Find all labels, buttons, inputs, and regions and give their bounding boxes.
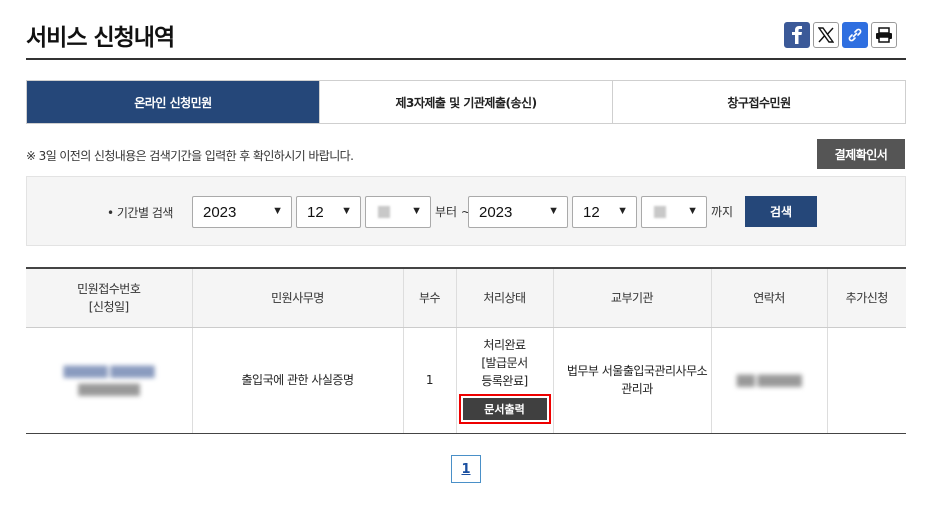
table-header-row: 민원접수번호 [신청일] 민원사무명 부수 처리상태 교부기관 연락처 추가신청: [26, 267, 906, 328]
x-icon[interactable]: [813, 22, 839, 48]
table-row: ▇▇▇▇▇ ▇▇▇▇▇ ▇▇▇▇▇▇▇ 출입국에 관한 사실증명 1 처리완료 …: [26, 327, 906, 434]
chevron-down-icon: ▼: [617, 205, 628, 217]
from-year-value: 2023: [203, 203, 237, 221]
col-receipt-number-label: 민원접수번호: [77, 281, 141, 296]
from-year-select[interactable]: 2023 ▼: [192, 196, 292, 228]
search-period-label: • 기간별 검색: [107, 206, 173, 220]
chevron-down-icon: ▼: [272, 205, 283, 217]
status-cell: 처리완료 [발급문서 등록완료] 문서출력: [455, 327, 553, 434]
title-divider: [26, 58, 906, 60]
from-suffix-text: 부터 ~: [435, 205, 471, 219]
facebook-icon[interactable]: [784, 22, 810, 48]
print-icon[interactable]: [871, 22, 897, 48]
print-document-button[interactable]: 문서출력: [462, 398, 547, 420]
from-month-select[interactable]: 12 ▼: [296, 196, 361, 228]
to-month-value: 12: [583, 203, 600, 221]
page-title: 서비스 신청내역: [26, 25, 175, 51]
tab-bar: 온라인 신청민원 제3자제출 및 기관제출(송신) 창구접수민원: [26, 80, 906, 124]
receipt-number-cell: ▇▇▇▇▇ ▇▇▇▇▇ ▇▇▇▇▇▇▇: [26, 327, 192, 434]
search-period-notice: ※ 3일 이전의 신청내용은 검색기간을 입력한 후 확인하시기 바랍니다.: [26, 149, 354, 163]
share-bar: [784, 22, 897, 48]
service-name-cell: 출입국에 관한 사실증명: [191, 327, 403, 434]
to-year-select[interactable]: 2023 ▼: [468, 196, 568, 228]
to-year-value: 2023: [479, 203, 513, 221]
redacted-receipt-number: ▇▇▇▇▇ ▇▇▇▇▇: [63, 364, 155, 378]
print-button-highlight: 문서출력: [458, 394, 551, 424]
search-button[interactable]: 검색: [745, 196, 817, 227]
chevron-down-icon: ▼: [687, 205, 698, 217]
count-cell: 1: [402, 327, 456, 434]
chevron-down-icon: ▼: [341, 205, 352, 217]
chevron-down-icon: ▼: [411, 205, 422, 217]
application-table: 민원접수번호 [신청일] 민원사무명 부수 처리상태 교부기관 연락처 추가신청…: [26, 267, 906, 434]
col-application-date-label: [신청일]: [88, 299, 129, 314]
status-line: 처리완료: [483, 338, 526, 352]
tab-third-party-submission[interactable]: 제3자제출 및 기관제출(송신): [319, 81, 612, 123]
col-status: 처리상태: [455, 267, 553, 328]
tab-online-applications[interactable]: 온라인 신청민원: [27, 81, 319, 123]
additional-request-cell: [826, 327, 906, 434]
chevron-down-icon: ▼: [548, 205, 559, 217]
contact-cell: ▇▇ ▇▇▇▇▇: [710, 327, 827, 434]
redacted-application-date: ▇▇▇▇▇▇▇: [78, 382, 140, 396]
redacted-day: [654, 206, 666, 218]
col-count: 부수: [402, 267, 456, 328]
to-suffix-text: 까지: [711, 205, 734, 219]
status-line: [발급문서: [481, 356, 528, 370]
col-issuing-agency: 교부기관: [552, 267, 711, 328]
col-service-name: 민원사무명: [191, 267, 403, 328]
issuing-agency-cell: 법무부 서울출입국관리사무소 관리과: [552, 327, 711, 434]
from-month-value: 12: [307, 203, 324, 221]
to-day-select[interactable]: ▼: [641, 196, 707, 228]
pagination-page-current[interactable]: 1: [451, 455, 481, 483]
from-day-select[interactable]: ▼: [365, 196, 431, 228]
link-icon[interactable]: [842, 22, 868, 48]
redacted-contact: ▇▇ ▇▇▇▇▇: [736, 373, 802, 387]
col-receipt-number: 민원접수번호 [신청일]: [26, 267, 192, 328]
redacted-day: [378, 206, 390, 218]
to-month-select[interactable]: 12 ▼: [572, 196, 637, 228]
col-additional-request: 추가신청: [826, 267, 906, 328]
period-search-box: • 기간별 검색 2023 ▼ 12 ▼ ▼ 부터 ~ 2023 ▼ 12 ▼ …: [26, 176, 906, 246]
status-line: 등록완료]: [481, 374, 528, 388]
payment-confirmation-button[interactable]: 결제확인서: [817, 139, 905, 169]
tab-counter-applications[interactable]: 창구접수민원: [612, 81, 905, 123]
col-contact: 연락처: [710, 267, 827, 328]
